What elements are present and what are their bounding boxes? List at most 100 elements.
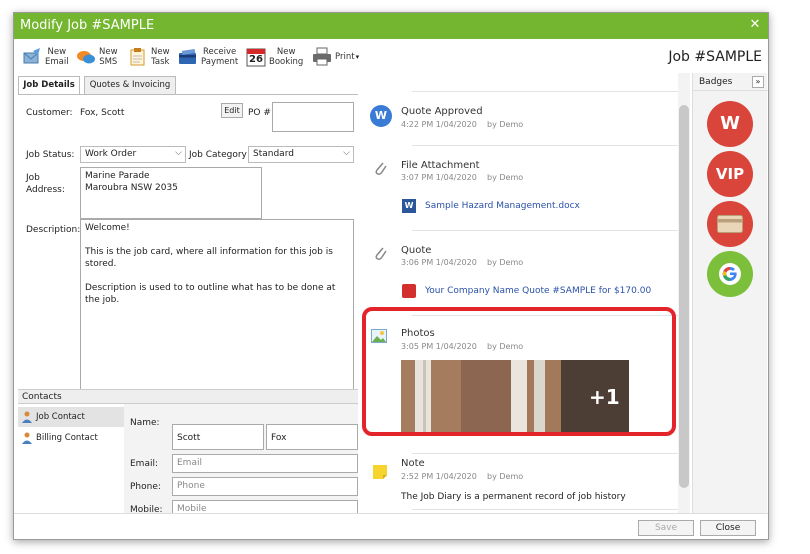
- job-number-title: Job #SAMPLE: [668, 49, 762, 65]
- task-icon: [128, 47, 148, 67]
- dialog-footer: Save Close: [14, 513, 768, 539]
- contact-item-label: Billing Contact: [36, 433, 98, 443]
- phone-label: Phone:: [130, 482, 161, 492]
- new-task-label: New Task: [151, 47, 170, 67]
- google-icon: [718, 262, 742, 289]
- job-status-select[interactable]: Work Order ⌵: [80, 146, 186, 163]
- diary-entry-time: 3:07 PM 1/04/2020: [401, 173, 477, 182]
- contact-item-job[interactable]: Job Contact: [18, 407, 124, 427]
- divider: [412, 230, 680, 231]
- new-sms-label: New SMS: [99, 47, 118, 67]
- divider: [412, 453, 680, 454]
- badge-w[interactable]: W: [707, 101, 753, 147]
- job-status-value: Work Order: [85, 149, 137, 159]
- save-button[interactable]: Save: [638, 520, 694, 536]
- last-name-input[interactable]: Fox: [266, 424, 358, 450]
- calendar-icon: 26: [246, 47, 266, 67]
- paperclip-icon: [373, 159, 387, 180]
- receive-payment-label: Receive Payment: [201, 47, 239, 67]
- receive-payment-button[interactable]: Receive Payment: [178, 43, 238, 71]
- print-label: Print: [335, 52, 355, 62]
- badges-panel: Badges » W VIP: [692, 73, 768, 513]
- diary-entry-time: 4:22 PM 1/04/2020: [401, 120, 477, 129]
- first-name-input[interactable]: Scott: [172, 424, 264, 450]
- diary-entry-title: File Attachment: [401, 160, 480, 171]
- badges-title: Badges: [699, 77, 733, 87]
- calendar-day: 26: [249, 54, 263, 65]
- photos-highlight: [362, 307, 676, 436]
- description-input[interactable]: Welcome! This is the job card, where all…: [80, 219, 354, 393]
- diary-entry-title: Quote Approved: [401, 106, 483, 117]
- email-icon: [22, 47, 42, 67]
- tab-job-details[interactable]: Job Details: [18, 76, 80, 94]
- po-label: PO #: [248, 108, 271, 118]
- job-address-label: Job Address:: [26, 173, 65, 195]
- diary-entry-author: by Demo: [487, 472, 524, 481]
- job-details-panel: Customer: Fox, Scott Edit PO # Job Statu…: [18, 94, 358, 393]
- new-email-button[interactable]: New Email: [22, 43, 69, 71]
- customer-label: Customer:: [26, 108, 73, 118]
- diary-entry-author: by Demo: [487, 173, 524, 182]
- toolbar: New Email New SMS New Task Receive Payme…: [14, 40, 768, 72]
- edit-customer-button[interactable]: Edit: [221, 103, 243, 118]
- job-category-value: Standard: [253, 149, 294, 159]
- badges-header: Badges »: [693, 73, 768, 91]
- printer-icon: [312, 47, 332, 67]
- contact-item-billing[interactable]: Billing Contact: [18, 428, 124, 448]
- modify-job-window: Modify Job #SAMPLE ✕ New Email New SMS N…: [13, 12, 769, 540]
- job-category-label: Job Category: [189, 150, 247, 160]
- phone-field[interactable]: Phone: [172, 477, 358, 496]
- print-button[interactable]: Print ▾: [312, 43, 359, 71]
- pdf-icon: [402, 284, 416, 298]
- divider: [412, 509, 680, 510]
- diary-scrollbar-thumb[interactable]: [679, 105, 689, 488]
- job-diary: W Quote Approved 4:22 PM 1/04/2020 by De…: [367, 73, 693, 513]
- new-email-label: New Email: [45, 47, 69, 67]
- tab-quotes-invoicing[interactable]: Quotes & Invoicing: [84, 76, 176, 94]
- diary-entry-title: Quote: [401, 245, 432, 256]
- badge-google[interactable]: [707, 251, 753, 297]
- divider: [412, 91, 680, 92]
- paperclip-icon: [373, 244, 387, 265]
- chevron-down-icon: ⌵: [175, 148, 182, 158]
- credit-card-icon: [178, 47, 198, 67]
- customer-value[interactable]: Fox, Scott: [80, 108, 124, 118]
- diary-entry-author: by Demo: [487, 120, 524, 129]
- badge-payment-card[interactable]: [707, 201, 753, 247]
- word-document-icon: W: [402, 199, 416, 213]
- email-field[interactable]: Email: [172, 454, 358, 473]
- chat-icon: [76, 47, 96, 67]
- note-text: The Job Diary is a permanent record of j…: [401, 492, 626, 502]
- diary-entry-time: 3:06 PM 1/04/2020: [401, 258, 477, 267]
- new-booking-label: New Booking: [269, 47, 304, 67]
- job-category-select[interactable]: Standard ⌵: [248, 146, 354, 163]
- job-address-input[interactable]: Marine Parade Maroubra NSW 2035: [80, 167, 262, 219]
- expand-icon[interactable]: »: [752, 76, 764, 88]
- new-sms-button[interactable]: New SMS: [76, 43, 118, 71]
- divider: [412, 145, 680, 146]
- person-icon: [22, 411, 32, 423]
- contact-item-label: Job Contact: [36, 412, 85, 422]
- person-icon: [22, 432, 32, 444]
- contacts-header: Contacts: [18, 389, 358, 404]
- diary-entry-title: Note: [401, 458, 425, 469]
- window-title: Modify Job #SAMPLE: [20, 18, 155, 33]
- job-status-label: Job Status:: [26, 150, 75, 160]
- close-button[interactable]: Close: [700, 520, 756, 536]
- attachment-link[interactable]: Sample Hazard Management.docx: [425, 201, 580, 211]
- name-label: Name:: [130, 418, 160, 428]
- note-icon: [372, 464, 388, 483]
- quote-link[interactable]: Your Company Name Quote #SAMPLE for $170…: [425, 286, 651, 296]
- description-label: Description:: [26, 225, 81, 235]
- po-number-input[interactable]: [272, 102, 354, 132]
- email-label: Email:: [130, 459, 159, 469]
- new-task-button[interactable]: New Task: [128, 43, 170, 71]
- diary-entry-time: 2:52 PM 1/04/2020: [401, 472, 477, 481]
- credit-card-icon: [717, 215, 743, 236]
- diary-entry-author: by Demo: [487, 258, 524, 267]
- chevron-down-icon: ⌵: [343, 148, 350, 158]
- badge-vip[interactable]: VIP: [707, 151, 753, 197]
- diary-scrollbar[interactable]: [678, 73, 690, 513]
- close-icon[interactable]: ✕: [747, 17, 763, 33]
- new-booking-button[interactable]: 26 New Booking: [246, 43, 303, 71]
